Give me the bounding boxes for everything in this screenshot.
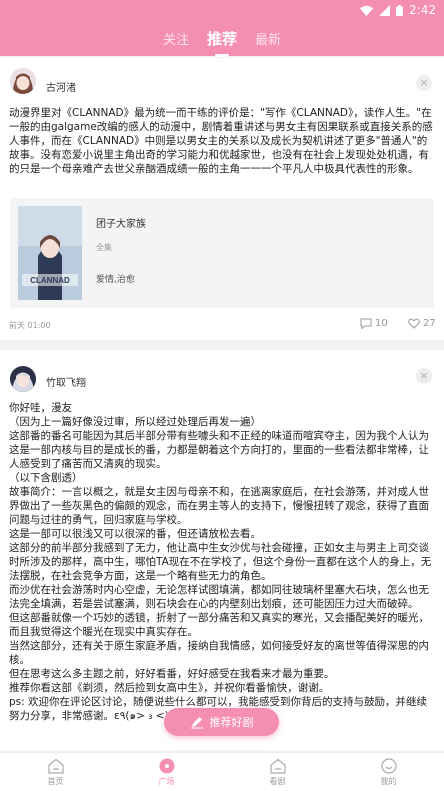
like-count: 27 [423,318,436,329]
work-cover-image: CLANNAD [18,206,82,300]
edit-icon [190,717,203,729]
post-card[interactable]: 古河渚 × 动漫界里对《CLANNAD》最为统一而干练的评价是："写作《CLAN… [0,58,444,340]
status-time: 2:42 [409,3,436,17]
like-button[interactable]: 27 [408,318,436,329]
profile-icon [380,758,397,774]
home-icon [47,758,64,774]
comment-count: 10 [375,318,388,329]
bottom-nav: 首页 广场 看剧 我的 [0,752,444,791]
nav-home[interactable]: 首页 [0,753,111,791]
nav-plaza[interactable]: 广场 [111,753,222,791]
battery-icon [396,4,404,16]
nav-plaza-label: 广场 [158,777,175,786]
wifi-icon [360,5,374,16]
work-title[interactable]: 团子大家族 [96,215,146,230]
nav-watch-label: 看剧 [269,777,286,786]
nav-profile[interactable]: 我的 [333,753,444,791]
work-tags: 爱情,治愈 [96,275,135,285]
tab-recommended[interactable]: 推荐 [204,28,240,57]
nav-home-label: 首页 [47,777,64,786]
post-text: 你好哇，漫友 （因为上一篇好像没过审，所以经过处理后再发一遍） 这部番的番名可能… [9,402,432,721]
work-type: 全集 [96,243,112,252]
tab-following[interactable]: 关注 [160,29,192,48]
avatar[interactable] [10,68,36,94]
top-tab-bar: 关注 推荐 最新 [0,20,444,57]
dismiss-post-button[interactable]: × [416,75,432,91]
recommend-show-button[interactable]: 推荐好剧 [164,708,279,736]
plaza-icon [159,758,174,774]
username[interactable]: 竹取飞翔 [46,374,86,389]
username[interactable]: 古河渚 [46,79,76,94]
signal-icon [379,4,391,16]
avatar[interactable] [10,366,36,392]
nav-watch[interactable]: 看剧 [222,753,333,791]
heart-icon [408,318,420,329]
tab-latest[interactable]: 最新 [252,29,284,48]
comment-button[interactable]: 10 [360,318,388,329]
nav-profile-label: 我的 [380,777,397,786]
linked-work-card[interactable]: CLANNAD 团子大家族 全集 爱情,治愈 [10,198,434,308]
status-bar: 2:42 [0,0,444,20]
tv-icon [269,758,286,774]
post-time: 前天 01:00 [9,321,51,330]
recommend-show-label: 推荐好剧 [209,716,254,729]
cover-title-text: CLANNAD [30,276,70,285]
comment-icon [360,318,372,329]
status-icons: 2:42 [360,3,436,17]
dismiss-post-button[interactable]: × [416,368,432,384]
post-text: 动漫界里对《CLANNAD》最为统一而干练的评价是："写作《CLANNAD》，读… [9,107,433,175]
post-card[interactable]: 竹取飞翔 × 你好哇，漫友 （因为上一篇好像没过审，所以经过处理后再发一遍） 这… [0,350,444,750]
